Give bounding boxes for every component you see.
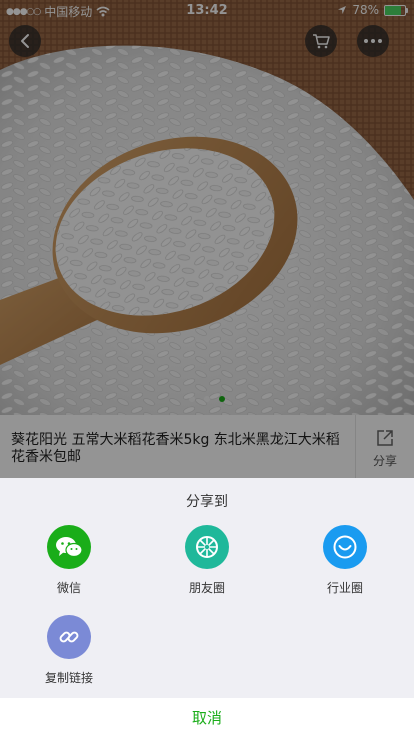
- share-option-wechat[interactable]: 微信: [24, 525, 114, 596]
- share-option-moments[interactable]: 朋友圈: [162, 525, 252, 596]
- share-option-copy-link[interactable]: 复制链接: [24, 615, 114, 686]
- cancel-button[interactable]: 取消: [0, 698, 414, 736]
- share-option-label: 朋友圈: [188, 581, 225, 595]
- industry-circle-icon: [323, 525, 367, 569]
- moments-icon: [185, 525, 229, 569]
- share-option-label: 复制链接: [44, 671, 93, 685]
- share-option-label: 微信: [56, 581, 81, 595]
- share-sheet: 分享到 微信 朋友圈 行业圈 复制链接 取消: [0, 478, 414, 736]
- share-sheet-title: 分享到: [186, 494, 228, 510]
- share-option-industry-circle[interactable]: 行业圈: [300, 525, 390, 596]
- share-option-label: 行业圈: [326, 581, 363, 595]
- product-detail-screen: ●●●○○ 中国移动 13:42 78% 葵花阳光 五常大米稻花香米5kg 东北…: [0, 0, 414, 736]
- wechat-icon: [47, 525, 91, 569]
- link-icon: [47, 615, 91, 659]
